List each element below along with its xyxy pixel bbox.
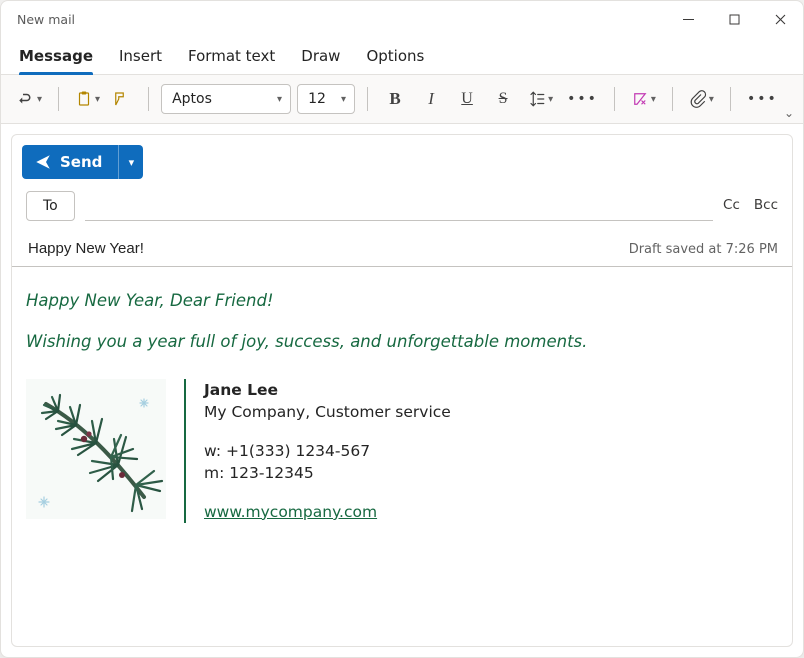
ribbon-overflow-button[interactable]: ••• [743, 83, 782, 115]
signature-company: My Company, Customer service [204, 401, 451, 423]
signature-website-link[interactable]: www.mycompany.com [204, 503, 377, 521]
send-split-button: Send ▾ [22, 145, 143, 179]
tab-format-text[interactable]: Format text [188, 37, 275, 74]
font-name-value: Aptos [172, 91, 212, 107]
line-spacing-button[interactable]: ▾ [524, 83, 557, 115]
divider [730, 87, 731, 111]
undo-group: ▾ [13, 83, 46, 115]
signature-block: Jane Lee My Company, Customer service w:… [26, 379, 778, 523]
subject-input[interactable] [26, 239, 629, 258]
body-paragraph: Wishing you a year full of joy, success,… [26, 332, 778, 351]
paste-button[interactable]: ▾ [71, 83, 104, 115]
send-label: Send [60, 153, 102, 171]
divider [672, 87, 673, 111]
draft-status: Draft saved at 7:26 PM [629, 242, 778, 257]
message-body[interactable]: Happy New Year, Dear Friend! Wishing you… [12, 267, 792, 646]
send-row: Send ▾ [12, 135, 792, 185]
font-name-select[interactable]: Aptos ▾ [161, 84, 291, 114]
signature-image [26, 379, 166, 519]
ribbon-toolbar: ▾ ▾ Aptos ▾ 12 ▾ B I [1, 75, 803, 124]
ribbon-tabs: Message Insert Format text Draw Options [1, 37, 803, 75]
bcc-button[interactable]: Bcc [754, 197, 778, 213]
font-size-select[interactable]: 12 ▾ [297, 84, 355, 114]
pine-branch-icon [26, 379, 166, 519]
chevron-down-icon: ▾ [709, 94, 714, 105]
collapse-ribbon-button[interactable]: ⌄ [777, 101, 801, 125]
chevron-down-icon: ▾ [277, 94, 282, 105]
maximize-button[interactable] [711, 3, 757, 35]
italic-button[interactable]: I [416, 83, 446, 115]
to-button[interactable]: To [26, 191, 75, 221]
divider [58, 87, 59, 111]
tab-draw[interactable]: Draw [301, 37, 340, 74]
compose-window: New mail Message Insert Format text Draw… [0, 0, 804, 658]
window-title: New mail [17, 12, 75, 27]
send-options-button[interactable]: ▾ [119, 145, 143, 179]
tab-options[interactable]: Options [366, 37, 424, 74]
tab-insert[interactable]: Insert [119, 37, 162, 74]
divider [614, 87, 615, 111]
recipients-row: To Cc Bcc [12, 185, 792, 229]
undo-button[interactable]: ▾ [13, 83, 46, 115]
attach-button[interactable]: ▾ [685, 83, 718, 115]
send-icon [34, 153, 52, 171]
signature-name: Jane Lee [204, 379, 451, 401]
compose-card: Send ▾ To Cc Bcc Draft saved at 7:26 PM … [11, 134, 793, 647]
window-controls [665, 3, 803, 35]
close-button[interactable] [757, 3, 803, 35]
underline-button[interactable]: U [452, 83, 482, 115]
subject-row: Draft saved at 7:26 PM [12, 229, 792, 267]
divider [367, 87, 368, 111]
strikethrough-button[interactable]: S [488, 83, 518, 115]
chevron-down-icon: ▾ [651, 94, 656, 105]
bold-button[interactable]: B [380, 83, 410, 115]
clipboard-group: ▾ [71, 83, 136, 115]
signature-divider [184, 379, 186, 523]
font-size-value: 12 [308, 91, 326, 107]
send-button[interactable]: Send [22, 145, 119, 179]
format-painter-button[interactable] [106, 83, 136, 115]
body-paragraph: Happy New Year, Dear Friend! [26, 291, 778, 310]
signature-phone-work: w: +1(333) 1234-567 [204, 440, 451, 462]
cc-button[interactable]: Cc [723, 197, 740, 213]
more-formatting-button[interactable]: ••• [563, 83, 602, 115]
clear-formatting-button[interactable]: ▾ [627, 83, 660, 115]
titlebar: New mail [1, 1, 803, 37]
minimize-button[interactable] [665, 3, 711, 35]
tab-message[interactable]: Message [19, 37, 93, 74]
to-input[interactable] [85, 191, 713, 221]
chevron-down-icon: ▾ [37, 94, 42, 105]
divider [148, 87, 149, 111]
chevron-down-icon: ▾ [548, 94, 553, 105]
chevron-down-icon: ▾ [341, 94, 346, 105]
chevron-down-icon: ▾ [95, 94, 100, 105]
signature-phone-mobile: m: 123-12345 [204, 462, 451, 484]
